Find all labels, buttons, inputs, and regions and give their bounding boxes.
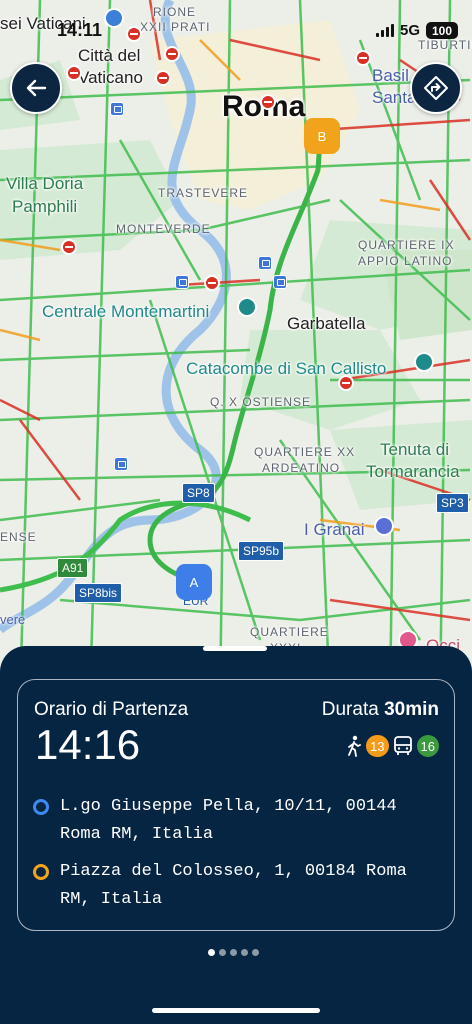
map-view[interactable]: sei Vaticani RIONE XXII PRATI Città del … [0,0,472,700]
road-closure-icon [155,70,171,86]
sheet-grabber[interactable] [203,646,267,651]
district-quartiere-ix: QUARTIERE IX [358,238,455,252]
status-indicators: 5G 100 [375,22,458,39]
walk-icon [348,735,361,757]
back-button[interactable] [10,62,62,114]
signal-icon [375,24,394,37]
directions-button[interactable] [410,62,462,114]
bus-stop-icon[interactable] [273,275,287,289]
place-vere: vere [0,612,26,627]
road-a91: A91 [57,558,89,578]
directions-icon [424,76,448,100]
destination-dot-icon [33,864,49,880]
page-indicator[interactable] [208,949,259,956]
district-prati: XXII PRATI [140,20,211,34]
page-dot[interactable] [241,949,248,956]
tram-line-badge: 16 [416,735,439,757]
bus-stop-icon[interactable] [114,457,128,471]
road-closure-icon [338,375,354,391]
road-closure-icon [204,275,220,291]
bus-icon [393,736,412,755]
district-tiburtino: TIBURTIN [418,38,472,52]
district-quartiere-xx: QUARTIERE XX [254,445,356,459]
landmark-pin-icon[interactable] [414,352,434,372]
museum-pin-icon[interactable] [237,297,257,317]
bus-stop-icon[interactable] [258,256,272,270]
place-basilica: Basil [372,66,409,85]
place-tenuta: Tenuta di [380,440,449,459]
origin-row[interactable]: L.go Giuseppe Pella, 10/11, 00144 Roma R… [33,793,410,849]
road-closure-icon [61,239,77,255]
road-closure-icon [355,50,371,66]
home-indicator[interactable] [152,1008,320,1013]
district-trastevere: TRASTEVERE [158,186,249,200]
road-closure-icon [66,65,82,81]
bus-stop-icon[interactable] [110,102,124,116]
road-closure-icon [126,26,142,42]
start-marker[interactable]: A [176,564,212,600]
place-villa-doria: Villa Doria [6,174,84,193]
district-ense: ENSE [0,530,37,544]
road-closure-icon [260,94,276,110]
road-sp95b: SP95b [238,541,285,561]
museum-pin-icon[interactable] [104,8,124,28]
origin-dot-icon [33,799,49,815]
network-type: 5G [399,22,420,39]
place-villa-doria-2: Pamphili [12,197,78,216]
departure-label: Orario di Partenza [34,699,189,720]
place-catacombe: Catacombe di San Callisto [186,359,387,378]
trip-sheet[interactable]: Orario di Partenza 14:16 Durata 30min 13… [0,646,472,1024]
place-citta-vaticano: Città del [78,46,141,65]
place-centrale-montemartini: Centrale Montemartini [42,302,210,321]
road-sp3: SP3 [436,493,469,513]
place-citta-vaticano-2: Vaticano [78,68,143,87]
bus-stop-icon[interactable] [175,275,189,289]
page-dot[interactable] [208,949,215,956]
battery-icon: 100 [426,22,458,39]
road-sp8bis: SP8bis [74,583,123,603]
page-dot[interactable] [230,949,237,956]
page-dot[interactable] [219,949,226,956]
arrow-left-icon [26,79,47,97]
end-marker[interactable]: B [304,118,340,154]
origin-address: L.go Giuseppe Pella, 10/11, 00144 Roma R… [60,797,397,844]
road-sp8: SP8 [182,483,215,503]
district-rione: RIONE [153,5,197,19]
departure-time: 14:16 [35,721,141,768]
district-ardeatino: ARDEATINO [262,461,341,475]
page-dot[interactable] [252,949,259,956]
destination-row[interactable]: Piazza del Colosseo, 1, 00184 Roma RM, I… [33,858,410,914]
duration: Durata 30min [322,699,439,721]
shopping-pin-icon[interactable] [374,516,394,536]
place-i-granai: I Granai [304,520,365,539]
district-monteverde: MONTEVERDE [116,222,211,236]
trip-card[interactable]: Orario di Partenza 14:16 Durata 30min 13… [17,679,455,931]
district-quartiere: QUARTIERE [250,625,329,639]
district-ostiense: Q. X OSTIENSE [210,395,312,409]
duration-value: 30min [384,699,439,720]
place-garbatella: Garbatella [287,314,366,333]
status-time: 14:11 [57,20,103,40]
place-tenuta-2: Tormarancia [366,462,460,481]
road-closure-icon [164,46,180,62]
district-appio-latino: APPIO LATINO [358,254,453,268]
destination-address: Piazza del Colosseo, 1, 00184 Roma RM, I… [60,862,407,909]
trip-legs: 13 16 [345,735,439,757]
duration-label: Durata [321,699,379,720]
bus-line-badge: 13 [366,735,389,757]
